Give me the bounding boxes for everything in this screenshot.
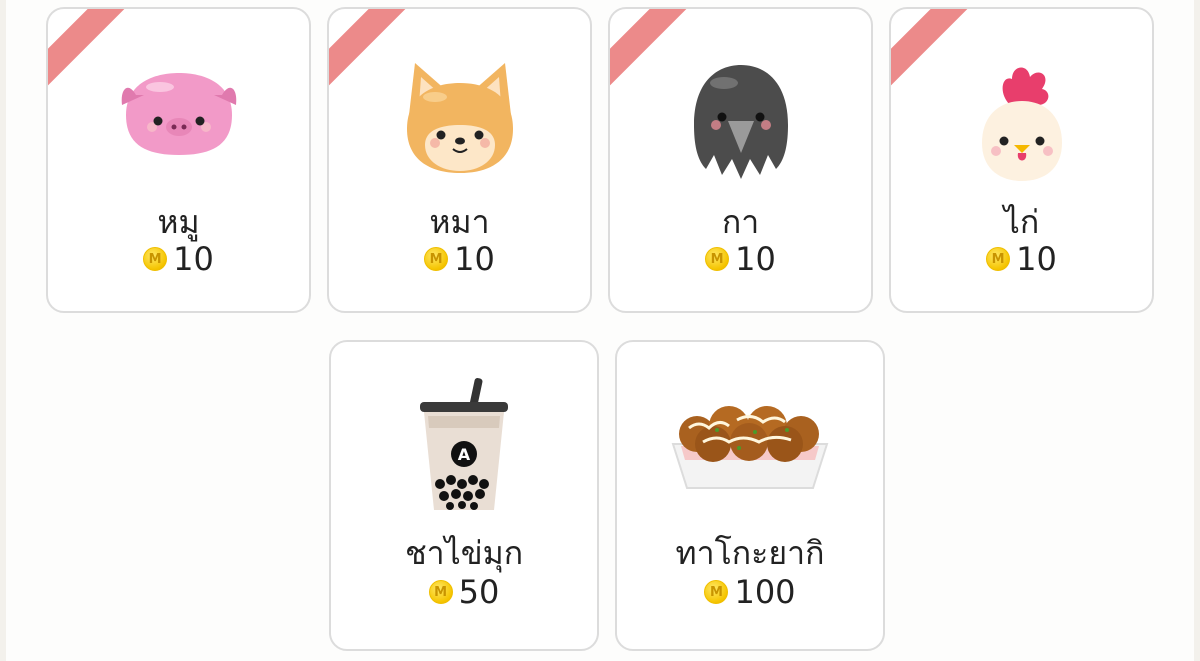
crow-icon (693, 65, 788, 179)
coin-icon: M (704, 580, 729, 604)
takoyaki-icon (671, 406, 829, 489)
corner-ribbon (610, 9, 689, 88)
coin-icon: M (143, 247, 168, 271)
price-value: 50 (458, 573, 500, 611)
price-value: 10 (454, 240, 495, 278)
coin-icon: M (424, 247, 449, 271)
coin-icon: M (428, 580, 453, 604)
gift-card-dog[interactable]: หมา M 10 (327, 7, 592, 313)
price-value: 100 (734, 573, 796, 611)
chicken-icon (981, 67, 1062, 181)
left-edge (0, 0, 6, 661)
pig-icon (121, 73, 236, 155)
gift-card-takoyaki[interactable]: ทาโกะยากิ M 100 (615, 340, 885, 651)
price-value: 10 (735, 240, 776, 278)
bubble-tea-icon: A (420, 378, 508, 510)
gift-name: ทาโกะยากิ (675, 534, 825, 572)
gift-card-chicken[interactable]: ไก่ M 10 (889, 7, 1154, 313)
gift-price: M 100 (617, 576, 883, 608)
price-value: 10 (173, 240, 214, 278)
gift-name: ชาไข่มุก (404, 534, 524, 572)
gift-card-crow[interactable]: กา M 10 (608, 7, 873, 313)
gift-price: M 50 (331, 576, 597, 608)
price-value: 10 (1016, 240, 1057, 278)
gift-price: M 10 (891, 243, 1152, 275)
cup-letter: A (458, 445, 471, 464)
gift-price: M 10 (610, 243, 871, 275)
coin-icon: M (705, 247, 730, 271)
coin-icon: M (986, 247, 1011, 271)
dog-icon (406, 63, 513, 173)
gift-card-bubble-tea[interactable]: A ชาไข่มุก M 50 (329, 340, 599, 651)
gift-price: M 10 (48, 243, 309, 275)
right-edge (1194, 0, 1200, 661)
corner-ribbon (891, 9, 970, 88)
gift-price: M 10 (329, 243, 590, 275)
gift-card-pig[interactable]: หมู M 10 (46, 7, 311, 313)
